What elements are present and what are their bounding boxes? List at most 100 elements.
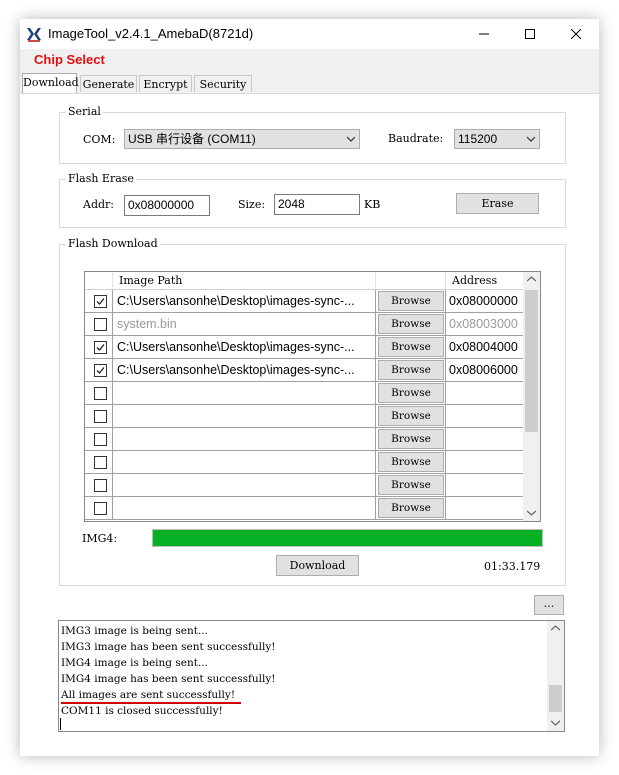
row-checkbox[interactable]	[94, 318, 107, 331]
more-options-button[interactable]: ...	[534, 595, 564, 615]
table-row: Browse	[85, 428, 524, 451]
row-image-path[interactable]	[113, 451, 376, 474]
maximize-button[interactable]	[507, 19, 553, 49]
row-check-cell	[85, 290, 113, 313]
row-address[interactable]	[446, 497, 524, 520]
row-checkbox[interactable]	[94, 502, 107, 515]
row-checkbox[interactable]	[94, 364, 107, 377]
row-address[interactable]	[446, 474, 524, 497]
row-address[interactable]: 0x08006000	[446, 359, 524, 382]
row-checkbox[interactable]	[94, 410, 107, 423]
tab-security[interactable]: Security	[194, 75, 252, 92]
row-image-path[interactable]	[113, 428, 376, 451]
row-check-cell	[85, 405, 113, 428]
row-image-path[interactable]	[113, 474, 376, 497]
size-unit-label: KB	[364, 198, 381, 211]
table-row: C:\Users\ansonhe\Desktop\images-sync-...…	[85, 290, 524, 313]
log-line: IMG4 image has been sent successfully!	[61, 673, 276, 685]
row-checkbox[interactable]	[94, 387, 107, 400]
row-image-path[interactable]: C:\Users\ansonhe\Desktop\images-sync-...	[113, 290, 376, 313]
close-button[interactable]	[553, 19, 599, 49]
row-browse-cell: Browse	[376, 382, 446, 405]
browse-button[interactable]: Browse	[378, 475, 444, 495]
row-image-path[interactable]	[113, 405, 376, 428]
table-row: C:\Users\ansonhe\Desktop\images-sync-...…	[85, 336, 524, 359]
addr-input[interactable]: 0x08000000	[124, 195, 210, 216]
browse-button[interactable]: Browse	[378, 429, 444, 449]
browse-button[interactable]: Browse	[378, 383, 444, 403]
close-icon	[571, 29, 581, 39]
erase-button[interactable]: Erase	[456, 193, 539, 214]
com-select[interactable]: USB 串行设备 (COM11)	[124, 129, 360, 149]
browse-button[interactable]: Browse	[378, 498, 444, 518]
row-checkbox[interactable]	[94, 456, 107, 469]
table-row: Browse	[85, 382, 524, 405]
baudrate-select-value: 115200	[458, 132, 498, 146]
row-checkbox[interactable]	[94, 341, 107, 354]
row-image-path[interactable]: C:\Users\ansonhe\Desktop\images-sync-...	[113, 336, 376, 359]
menu-bar	[20, 49, 599, 71]
browse-button[interactable]: Browse	[378, 452, 444, 472]
browse-button[interactable]: Browse	[378, 406, 444, 426]
download-progress-fill	[153, 530, 542, 546]
grid-scrollbar[interactable]	[523, 272, 540, 521]
row-address[interactable]: 0x08004000	[446, 336, 524, 359]
browse-button[interactable]: Browse	[378, 291, 444, 311]
row-checkbox[interactable]	[94, 295, 107, 308]
row-check-cell	[85, 497, 113, 520]
row-address[interactable]	[446, 405, 524, 428]
tab-download[interactable]: Download	[22, 73, 79, 93]
row-browse-cell: Browse	[376, 313, 446, 336]
row-check-cell	[85, 428, 113, 451]
title-bar[interactable]: ImageTool_v2.4.1_AmebaD(8721d)	[20, 19, 599, 49]
app-window: ImageTool_v2.4.1_AmebaD(8721d) Chip Sele…	[20, 19, 599, 756]
baudrate-select[interactable]: 115200	[454, 129, 540, 149]
row-checkbox[interactable]	[94, 479, 107, 492]
row-address[interactable]: 0x08003000	[446, 313, 524, 336]
scroll-down-icon[interactable]	[527, 510, 536, 516]
download-button[interactable]: Download	[276, 555, 359, 576]
row-browse-cell: Browse	[376, 497, 446, 520]
row-image-path[interactable]	[113, 382, 376, 405]
row-address[interactable]	[446, 382, 524, 405]
realtek-logo-icon	[27, 28, 41, 42]
row-browse-cell: Browse	[376, 428, 446, 451]
row-image-path[interactable]	[113, 497, 376, 520]
table-row: Browse	[85, 451, 524, 474]
log-line: IMG4 image is being sent...	[61, 657, 208, 669]
grid-scroll-thumb[interactable]	[525, 290, 538, 432]
browse-button[interactable]: Browse	[378, 337, 444, 357]
row-browse-cell: Browse	[376, 451, 446, 474]
image-list-grid: Image Path Address C:\Users\ansonhe\Desk…	[84, 271, 541, 522]
maximize-icon	[525, 29, 535, 39]
chevron-down-icon	[527, 136, 535, 142]
row-image-path[interactable]: system.bin	[113, 313, 376, 336]
tab-encrypt[interactable]: Encrypt	[139, 75, 192, 92]
tab-generate[interactable]: Generate	[80, 75, 137, 92]
chip-select-menu[interactable]: Chip Select	[34, 52, 105, 67]
window-title: ImageTool_v2.4.1_AmebaD(8721d)	[48, 26, 254, 41]
checkmark-icon	[96, 298, 105, 305]
browse-button[interactable]: Browse	[378, 314, 444, 334]
row-address[interactable]	[446, 428, 524, 451]
scroll-down-icon[interactable]	[551, 720, 560, 726]
log-line: IMG3 image is being sent...	[61, 625, 208, 637]
scroll-up-icon[interactable]	[527, 276, 536, 282]
row-image-path[interactable]: C:\Users\ansonhe\Desktop\images-sync-...	[113, 359, 376, 382]
row-checkbox[interactable]	[94, 433, 107, 446]
download-progress-bar	[152, 529, 543, 547]
serial-group-title: Serial	[66, 105, 103, 118]
row-address[interactable]	[446, 451, 524, 474]
minimize-button[interactable]	[461, 19, 507, 49]
scroll-up-icon[interactable]	[551, 625, 560, 631]
size-input[interactable]: 2048	[274, 194, 360, 215]
row-address[interactable]: 0x08000000	[446, 290, 524, 313]
log-output[interactable]: IMG3 image is being sent... IMG3 image ha…	[58, 620, 565, 732]
log-scroll-thumb[interactable]	[549, 685, 562, 712]
log-scrollbar[interactable]	[547, 621, 564, 731]
grid-header-address: Address	[446, 272, 524, 290]
checkmark-icon	[96, 367, 105, 374]
row-check-cell	[85, 313, 113, 336]
browse-button[interactable]: Browse	[378, 360, 444, 380]
text-cursor	[60, 718, 61, 730]
